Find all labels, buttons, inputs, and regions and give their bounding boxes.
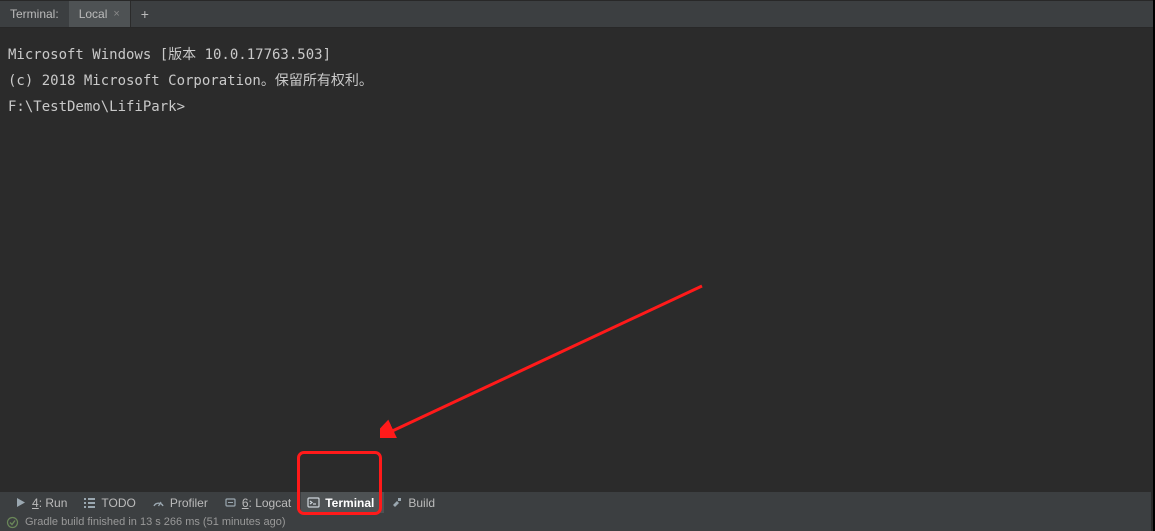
terminal-line: Microsoft Windows [版本 10.0.17763.503]: [8, 42, 1145, 68]
terminal-tab-row: Terminal: Local × +: [0, 0, 1153, 28]
tool-terminal[interactable]: Terminal: [301, 492, 384, 514]
tool-todo[interactable]: TODO: [77, 492, 145, 514]
terminal-icon: [307, 496, 320, 509]
status-bar: Gradle build finished in 13 s 266 ms (51…: [0, 513, 1151, 531]
tool-terminal-label: Terminal: [325, 496, 374, 510]
terminal-panel-label: Terminal:: [0, 1, 69, 27]
panel-label-text: Terminal:: [10, 7, 59, 21]
play-icon: [14, 496, 27, 509]
terminal-line: F:\TestDemo\LifiPark>: [8, 94, 1145, 120]
tool-run[interactable]: 4: Run: [8, 492, 77, 514]
tool-build-label: Build: [408, 496, 435, 510]
logcat-icon: [224, 496, 237, 509]
terminal-output[interactable]: Microsoft Windows [版本 10.0.17763.503] (c…: [0, 28, 1153, 490]
plus-icon: +: [141, 6, 149, 22]
list-icon: [83, 496, 96, 509]
add-tab-button[interactable]: +: [131, 1, 159, 27]
tool-profiler[interactable]: Profiler: [146, 492, 218, 514]
tool-window-bar: 4: Run TODO Profiler 6: Logcat Terminal …: [0, 491, 1151, 513]
tool-todo-label: TODO: [101, 496, 135, 510]
status-text: Gradle build finished in 13 s 266 ms (51…: [25, 516, 285, 528]
gauge-icon: [152, 496, 165, 509]
status-icon: [6, 516, 19, 529]
hammer-icon: [390, 496, 403, 509]
tool-logcat[interactable]: 6: Logcat: [218, 492, 301, 514]
tab-label: Local: [79, 7, 108, 21]
tool-logcat-label: 6: Logcat: [242, 496, 291, 510]
close-icon[interactable]: ×: [113, 8, 119, 20]
terminal-tab-local[interactable]: Local ×: [69, 1, 131, 27]
terminal-line: (c) 2018 Microsoft Corporation。保留所有权利。: [8, 68, 1145, 94]
tool-build[interactable]: Build: [384, 492, 445, 514]
tool-profiler-label: Profiler: [170, 496, 208, 510]
tool-run-label: 4: Run: [32, 496, 67, 510]
